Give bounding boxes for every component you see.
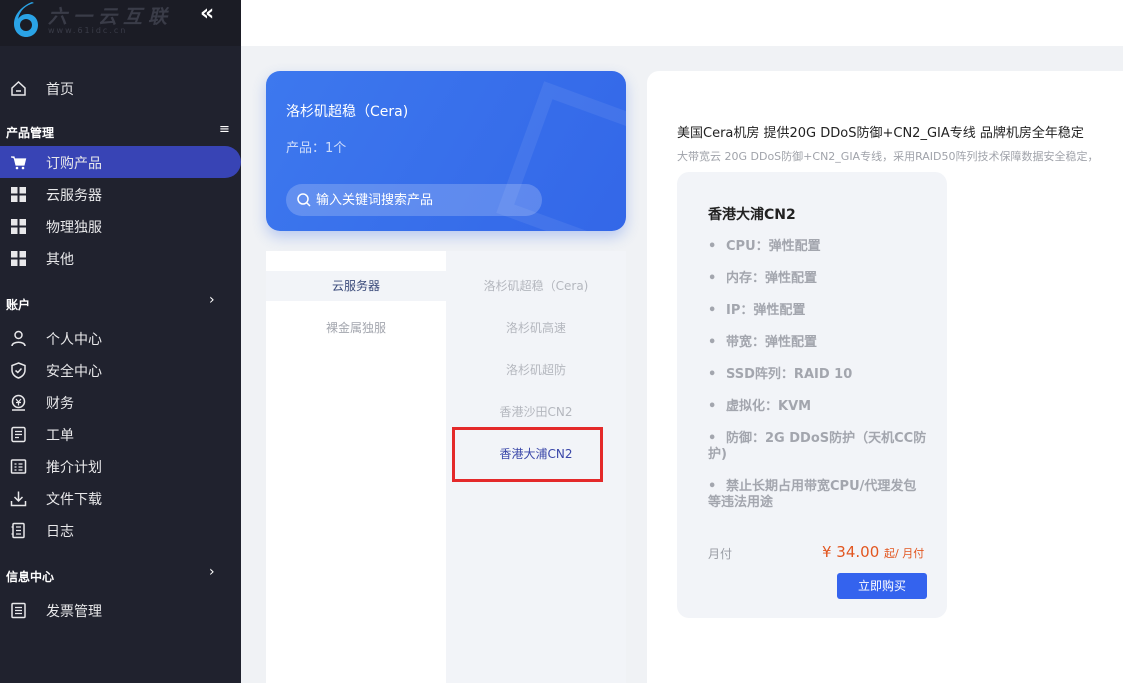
spec-item: • SSD阵列：RAID 10 [708, 367, 853, 382]
logo-bar: 六一云互联 www.61idc.cn « [0, 0, 241, 46]
top-header [241, 0, 1123, 46]
logo-subtext: www.61idc.cn [48, 26, 128, 35]
price-value: ¥ 34.00 [822, 543, 880, 561]
logo-text: 六一云互联 [48, 6, 174, 28]
sidebar-item-order-products[interactable]: 订购产品 [0, 146, 241, 178]
home-icon [11, 80, 26, 96]
sidebar-item-referral[interactable]: 推介计划 [0, 450, 241, 482]
sidebar-item-label: 财务 [46, 396, 74, 412]
sidebar-item-label: 个人中心 [46, 332, 102, 348]
sidebar-item-invoice[interactable]: 发票管理 [0, 594, 241, 626]
group-product-count: 产品：1个 [286, 141, 347, 156]
cart-icon [11, 156, 27, 170]
sidebar-item-finance[interactable]: 财务 [0, 386, 241, 418]
content-description: 大带宽云 20G DDoS防御+CN2_GIA专线，采用RAID50阵列技术保障… [677, 150, 1099, 163]
sidebar-item-label: 其他 [46, 252, 74, 268]
sidebar-item-profile[interactable]: 个人中心 [0, 322, 241, 354]
sidebar-item-home[interactable]: 首页 [0, 72, 241, 104]
sidebar-item-cloud-server[interactable]: 云服务器 [0, 178, 241, 210]
sidebar-item-label: 物理独服 [46, 220, 102, 236]
product-search[interactable] [286, 184, 542, 216]
spec-item: • 内存：弹性配置 [708, 271, 818, 286]
sidebar-item-label: 工单 [46, 428, 74, 444]
log-icon [11, 522, 25, 539]
selection-highlight-box [452, 427, 603, 482]
spec-item: • 虚拟化：KVM [708, 399, 812, 414]
sidebar-item-security[interactable]: 安全中心 [0, 354, 241, 386]
spec-text: 禁止长期占用带宽CPU/代理发包等违法用途 [708, 479, 917, 510]
sidebar-item-other[interactable]: 其他 [0, 242, 241, 274]
spec-text: 防御：2G DDoS防护（天机CC防护) [708, 431, 927, 462]
user-icon [11, 330, 26, 347]
sidebar-item-label: 文件下载 [46, 492, 102, 508]
group-card: 洛杉矶超稳（Cera) 产品：1个 [266, 71, 626, 231]
spec-text: SSD阵列：RAID 10 [726, 367, 853, 382]
subgroup-item[interactable]: 香港沙田CN2 [446, 397, 626, 427]
grid-icon [11, 251, 26, 266]
product-name: 香港大浦CN2 [708, 207, 796, 223]
sidebar: 六一云互联 www.61idc.cn « 首页 产品管理 ≡ 订购产品 云服务器… [0, 0, 241, 683]
category-list: 云服务器 裸金属独服 [266, 251, 446, 683]
sidebar-item-label: 云服务器 [46, 188, 102, 204]
spec-item: • IP：弹性配置 [708, 303, 806, 318]
referral-icon [10, 459, 27, 474]
sidebar-item-label: 订购产品 [46, 156, 102, 172]
spec-item: • 禁止长期占用带宽CPU/代理发包等违法用途 [708, 479, 917, 510]
spec-item: • CPU：弹性配置 [708, 239, 821, 254]
subgroup-item[interactable]: 洛杉矶超稳（Cera) [446, 271, 626, 301]
subgroup-item[interactable]: 洛杉矶高速 [446, 313, 626, 343]
spec-text: CPU：弹性配置 [726, 239, 821, 254]
billing-period: 月付 [708, 547, 733, 561]
spec-text: 虚拟化：KVM [726, 399, 812, 414]
buy-now-button[interactable]: 立即购买 [837, 573, 927, 599]
product-price: ¥ 34.00 起/ 月付 [822, 543, 924, 561]
sidebar-item-ticket[interactable]: 工单 [0, 418, 241, 450]
grid-icon [11, 219, 26, 234]
sidebar-item-download[interactable]: 文件下载 [0, 482, 241, 514]
logo-icon [14, 2, 38, 37]
search-input[interactable] [316, 184, 536, 216]
menu-lines-icon[interactable]: ≡ [219, 122, 230, 137]
chevron-right-icon[interactable]: › [209, 292, 215, 308]
search-icon [297, 193, 311, 207]
sidebar-item-dedicated[interactable]: 物理独服 [0, 210, 241, 242]
content-title: 美国Cera机房 提供20G DDoS防御+CN2_GIA专线 品牌机房全年稳定 [677, 126, 1084, 141]
spec-text: 内存：弹性配置 [726, 271, 818, 286]
sidebar-item-label: 日志 [46, 524, 74, 540]
section-title-info: 信息中心 [6, 570, 55, 584]
product-card: 香港大浦CN2 • CPU：弹性配置 • 内存：弹性配置 • IP：弹性配置 • 带宽：… [677, 172, 947, 618]
chevron-right-icon[interactable]: › [209, 564, 215, 580]
sidebar-item-label: 发票管理 [46, 604, 102, 620]
spec-item: • 防御：2G DDoS防护（天机CC防护) [708, 431, 927, 462]
subgroup-item[interactable]: 洛杉矶超防 [446, 355, 626, 385]
section-title-account: 账户 [6, 298, 31, 312]
spec-item: • 带宽：弹性配置 [708, 335, 818, 350]
shield-icon [11, 362, 26, 379]
sidebar-item-label: 首页 [46, 82, 74, 98]
spec-text: 带宽：弹性配置 [726, 335, 818, 350]
price-unit: 起/ 月付 [884, 547, 925, 560]
grid-icon [11, 187, 26, 202]
invoice-icon [11, 602, 26, 619]
finance-icon [11, 394, 26, 411]
ticket-icon [11, 426, 26, 443]
sidebar-item-label: 推介计划 [46, 460, 102, 476]
group-title: 洛杉矶超稳（Cera) [286, 104, 409, 120]
spec-text: IP：弹性配置 [726, 303, 806, 318]
download-icon [10, 491, 27, 507]
sidebar-item-log[interactable]: 日志 [0, 514, 241, 546]
collapse-sidebar-icon[interactable]: « [200, 3, 222, 26]
section-title-products: 产品管理 [6, 126, 55, 140]
category-item[interactable]: 裸金属独服 [266, 313, 446, 343]
sidebar-item-label: 安全中心 [46, 364, 102, 380]
category-item[interactable]: 云服务器 [266, 271, 446, 301]
